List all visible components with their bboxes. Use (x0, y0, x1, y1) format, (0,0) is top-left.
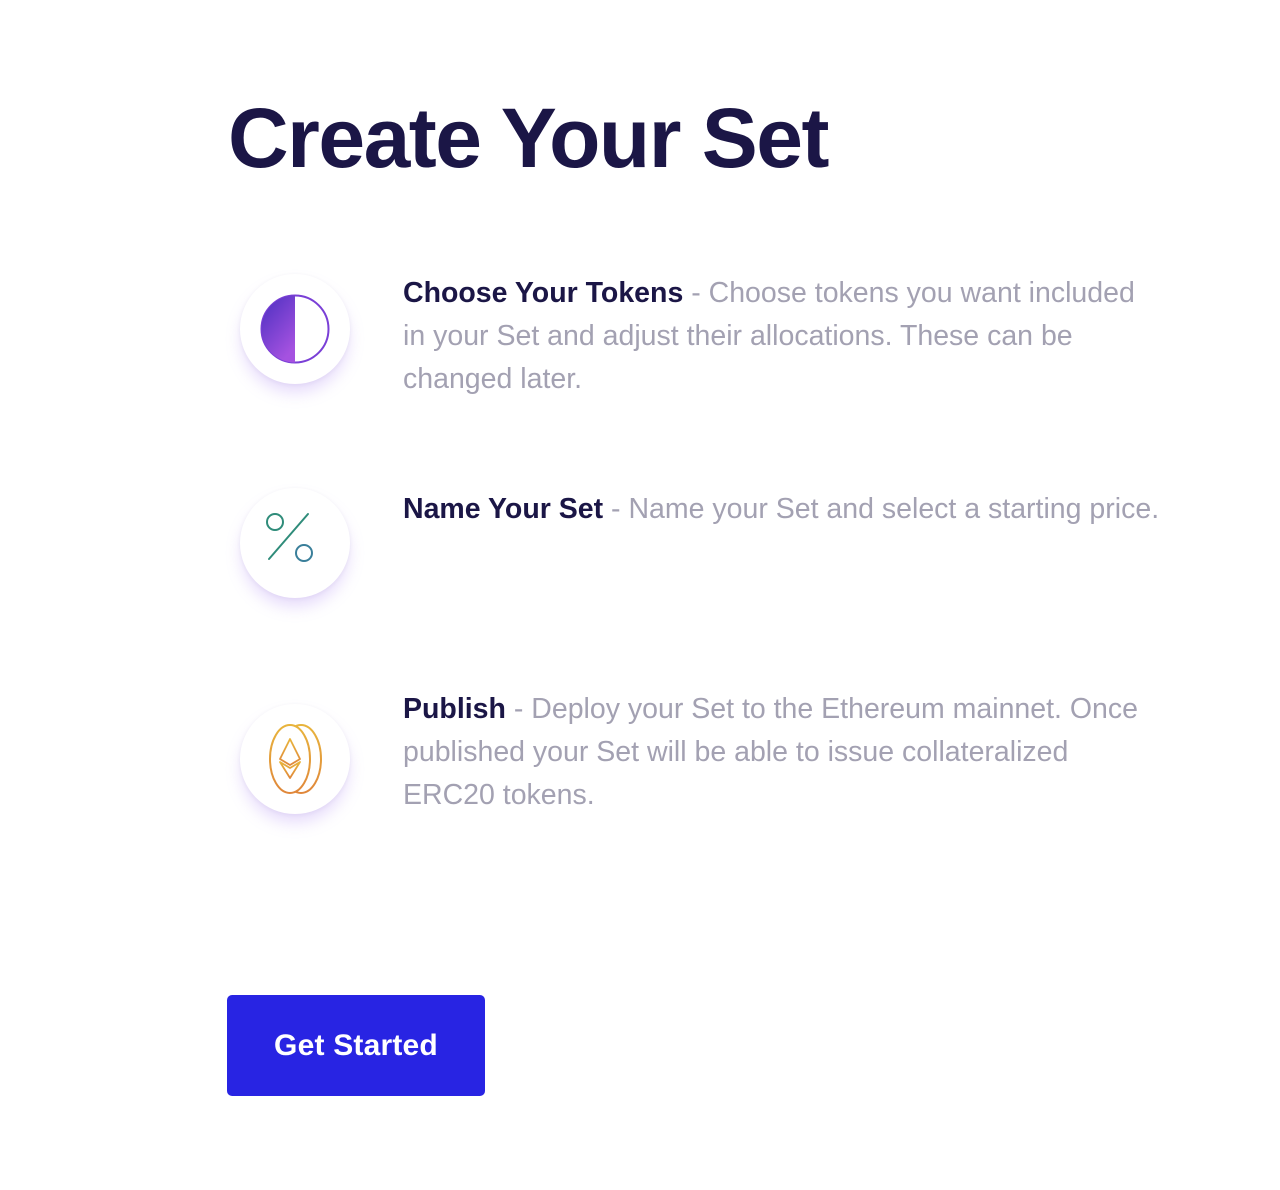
step-description: Choose Your Tokens - Choose tokens you w… (403, 272, 1163, 401)
step-separator: - (505, 693, 532, 725)
step-body: Name your Set and select a starting pric… (628, 493, 1160, 525)
percent-icon (266, 513, 313, 562)
step-separator: - (683, 277, 709, 309)
step-description: Publish - Deploy your Set to the Ethereu… (403, 688, 1163, 817)
step-title: Name Your Set (403, 493, 604, 525)
step-title: Choose Your Tokens (403, 277, 684, 309)
step-icon-badge (240, 488, 350, 598)
step-icon-badge (240, 704, 350, 814)
ethereum-coin-icon (269, 724, 322, 794)
step-icon-badge (240, 274, 350, 384)
step-description: Name Your Set - Name your Set and select… (403, 488, 1163, 531)
page-title: Create Your Set (228, 91, 829, 185)
get-started-button[interactable]: Get Started (227, 995, 485, 1096)
half-circle-icon (260, 294, 330, 364)
step-separator: - (603, 493, 629, 525)
step-title: Publish (403, 693, 506, 725)
